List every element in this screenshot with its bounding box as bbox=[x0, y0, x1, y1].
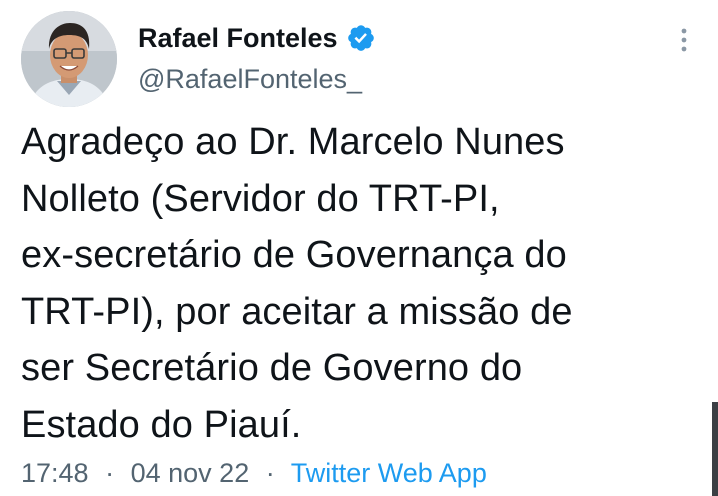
tweet-date[interactable]: 04 nov 22 bbox=[131, 458, 250, 488]
meta-separator: · bbox=[265, 458, 275, 488]
author-handle[interactable]: @RafaelFonteles_ bbox=[138, 64, 362, 95]
author-display-name[interactable]: Rafael Fonteles bbox=[138, 23, 338, 54]
meta-separator: · bbox=[105, 458, 115, 488]
more-options-icon[interactable] bbox=[672, 26, 696, 54]
tweet-time[interactable]: 17:48 bbox=[21, 458, 89, 488]
avatar-photo bbox=[21, 11, 117, 107]
scrollbar-thumb[interactable] bbox=[712, 402, 718, 496]
avatar[interactable] bbox=[21, 11, 117, 107]
tweet-source-link[interactable]: Twitter Web App bbox=[291, 458, 487, 488]
author-name-row: Rafael Fonteles bbox=[138, 20, 376, 56]
tweet-text: Agradeço ao Dr. Marcelo Nunes Nolleto (S… bbox=[21, 121, 573, 446]
verified-badge-icon bbox=[346, 23, 376, 53]
tweet-card: Rafael Fonteles @RafaelFonteles_ Agradeç… bbox=[0, 0, 718, 496]
tweet-meta: 17:48 · 04 nov 22 · Twitter Web App bbox=[21, 458, 487, 489]
